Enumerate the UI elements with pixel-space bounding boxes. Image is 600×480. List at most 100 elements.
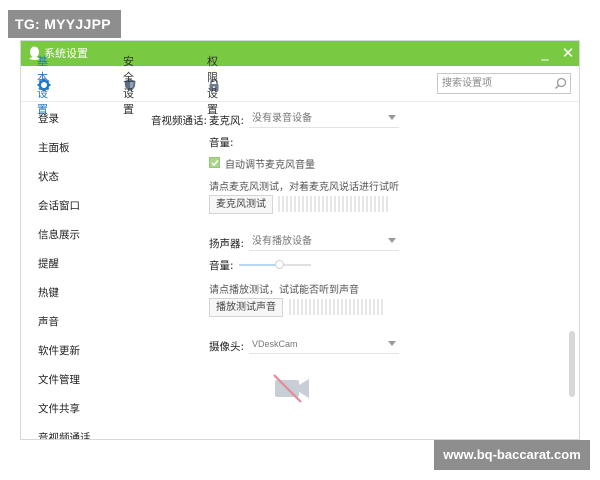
sidebar-item-login[interactable]: 登录	[38, 111, 59, 126]
speaker-select[interactable]: 没有播放设备	[249, 234, 399, 251]
level-bar	[321, 299, 323, 315]
sidebar-item-hotkey[interactable]: 热键	[38, 285, 59, 300]
speaker-level-meter	[289, 299, 383, 315]
camera-off-icon	[273, 374, 309, 403]
speaker-volume-slider[interactable]	[239, 260, 311, 269]
level-bar	[353, 299, 355, 315]
level-bar	[337, 299, 339, 315]
level-bar	[298, 196, 300, 212]
minimize-button[interactable]: _	[535, 43, 555, 63]
level-bar	[366, 196, 368, 212]
level-bar	[302, 196, 304, 212]
level-bar	[354, 196, 356, 212]
level-bar	[289, 299, 291, 315]
level-bar	[322, 196, 324, 212]
sidebar-item-reminder[interactable]: 提醒	[38, 256, 59, 271]
level-bar	[293, 299, 295, 315]
speaker-volume-fill	[239, 264, 279, 266]
level-bar	[365, 299, 367, 315]
level-bar	[381, 299, 383, 315]
level-bar	[297, 299, 299, 315]
sidebar-item-status[interactable]: 状态	[38, 169, 59, 184]
level-bar	[373, 299, 375, 315]
settings-window: 系统设置 _ ✕ 基本设置 安全设置 权限设置 搜索设置项 登录 主面板 状态 …	[20, 40, 580, 440]
camera-select-value: VDeskCam	[252, 339, 298, 349]
tab-bar: 基本设置 安全设置 权限设置	[21, 55, 579, 116]
tab-permission-settings[interactable]: 权限设置	[207, 55, 227, 116]
mic-test-button[interactable]: 麦克风测试	[209, 195, 273, 214]
level-bar	[345, 299, 347, 315]
camera-label: 摄像头:	[209, 341, 245, 353]
mic-select[interactable]: 没有录音设备	[249, 111, 399, 128]
level-bar	[317, 299, 319, 315]
level-bar	[357, 299, 359, 315]
chevron-down-icon	[388, 115, 396, 120]
search-input[interactable]	[442, 75, 550, 92]
level-bar	[313, 299, 315, 315]
level-bar	[382, 196, 384, 212]
sidebar-item-chat-window[interactable]: 会话窗口	[38, 198, 80, 213]
close-button[interactable]: ✕	[558, 43, 578, 63]
tab-basic-settings[interactable]: 基本设置	[37, 55, 57, 116]
level-bar	[314, 196, 316, 212]
speaker-select-value: 没有播放设备	[252, 236, 312, 247]
level-bar	[301, 299, 303, 315]
level-bar	[294, 196, 296, 212]
auto-adjust-checkbox[interactable]	[209, 157, 220, 168]
mic-test-hint: 请点麦克风测试，对着麦克风说话进行试听	[209, 182, 399, 193]
chevron-down-icon	[388, 341, 396, 346]
level-bar	[378, 196, 380, 212]
level-bar	[358, 196, 360, 212]
level-bar	[338, 196, 340, 212]
watermark-bottom: www.bq-baccarat.com	[434, 440, 590, 470]
title-bar: 系统设置 _ ✕	[21, 41, 579, 66]
settings-sidebar: 登录 主面板 状态 会话窗口 信息展示 提醒 热键 声音 软件更新 文件管理 文…	[21, 103, 121, 439]
level-bar	[309, 299, 311, 315]
sidebar-item-file-sharing[interactable]: 文件共享	[38, 401, 80, 416]
sidebar-item-main-panel[interactable]: 主面板	[38, 140, 70, 155]
level-bar	[318, 196, 320, 212]
sidebar-item-file-management[interactable]: 文件管理	[38, 372, 80, 387]
settings-content: 音视频通话: 麦克风: 没有录音设备 音量: 自动调节麦克风音量 请点麦克风测试…	[121, 103, 567, 439]
level-bar	[374, 196, 376, 212]
mic-level-meter	[278, 196, 388, 212]
level-bar	[334, 196, 336, 212]
sidebar-item-info-display[interactable]: 信息展示	[38, 227, 80, 242]
speaker-volume-label: 音量:	[209, 260, 234, 272]
speaker-test-button[interactable]: 播放测试声音	[209, 298, 283, 317]
search-icon[interactable]	[554, 77, 567, 90]
mic-volume-label: 音量:	[209, 137, 234, 149]
mic-label: 麦克风:	[209, 115, 245, 127]
watermark-top: TG: MYYJJPP	[8, 10, 121, 38]
sidebar-item-av-call[interactable]: 音视频通话	[38, 430, 91, 439]
level-bar	[310, 196, 312, 212]
level-bar	[325, 299, 327, 315]
level-bar	[326, 196, 328, 212]
level-bar	[349, 299, 351, 315]
sidebar-item-sound[interactable]: 声音	[38, 314, 59, 329]
speaker-label: 扬声器:	[209, 238, 245, 250]
level-bar	[370, 196, 372, 212]
level-bar	[362, 196, 364, 212]
level-bar	[282, 196, 284, 212]
check-icon	[211, 160, 219, 167]
level-bar	[278, 196, 280, 212]
level-bar	[305, 299, 307, 315]
sidebar-item-software-update[interactable]: 软件更新	[38, 343, 80, 358]
level-bar	[346, 196, 348, 212]
level-bar	[386, 196, 388, 212]
level-bar	[286, 196, 288, 212]
camera-select[interactable]: VDeskCam	[249, 337, 399, 354]
speaker-volume-thumb[interactable]	[274, 260, 284, 269]
content-scrollbar[interactable]	[569, 331, 575, 397]
level-bar	[306, 196, 308, 212]
section-label-av: 音视频通话:	[151, 115, 208, 127]
tab-security-settings[interactable]: 安全设置	[123, 55, 143, 116]
search-box	[437, 73, 571, 94]
level-bar	[377, 299, 379, 315]
level-bar	[341, 299, 343, 315]
auto-adjust-label: 自动调节麦克风音量	[225, 160, 315, 171]
level-bar	[329, 299, 331, 315]
chevron-down-icon	[388, 238, 396, 243]
level-bar	[369, 299, 371, 315]
